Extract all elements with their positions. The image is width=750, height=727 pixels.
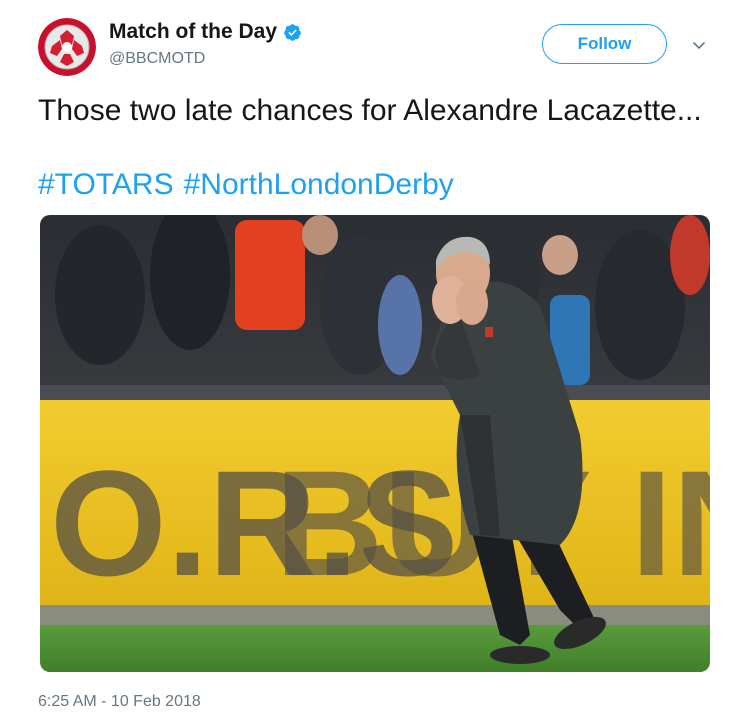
avatar[interactable]	[38, 18, 96, 76]
tweet-photo[interactable]: O.R.S BUY IN	[40, 215, 710, 672]
verified-badge-icon	[284, 23, 301, 41]
bbc-motd-logo-icon	[38, 18, 96, 76]
tweet-text: Those two late chances for Alexandre Lac…	[38, 94, 702, 127]
chevron-down-icon[interactable]	[690, 36, 708, 54]
tweet-timestamp[interactable]: 6:25 AM - 10 Feb 2018	[38, 692, 201, 712]
hashtag-row: #TOTARS #NorthLondonDerby	[38, 166, 464, 203]
follow-button[interactable]: Follow	[542, 24, 667, 64]
account-name[interactable]: Match of the Day	[109, 19, 277, 45]
account-name-row[interactable]: Match of the Day	[109, 19, 302, 45]
hashtag-northlondonderby[interactable]: #NorthLondonDerby	[184, 168, 454, 201]
hashtag-totars[interactable]: #TOTARS	[38, 168, 174, 201]
photo-manager-reacting: O.R.S BUY IN	[40, 215, 710, 672]
account-handle[interactable]: @BBCMOTD	[109, 49, 205, 69]
